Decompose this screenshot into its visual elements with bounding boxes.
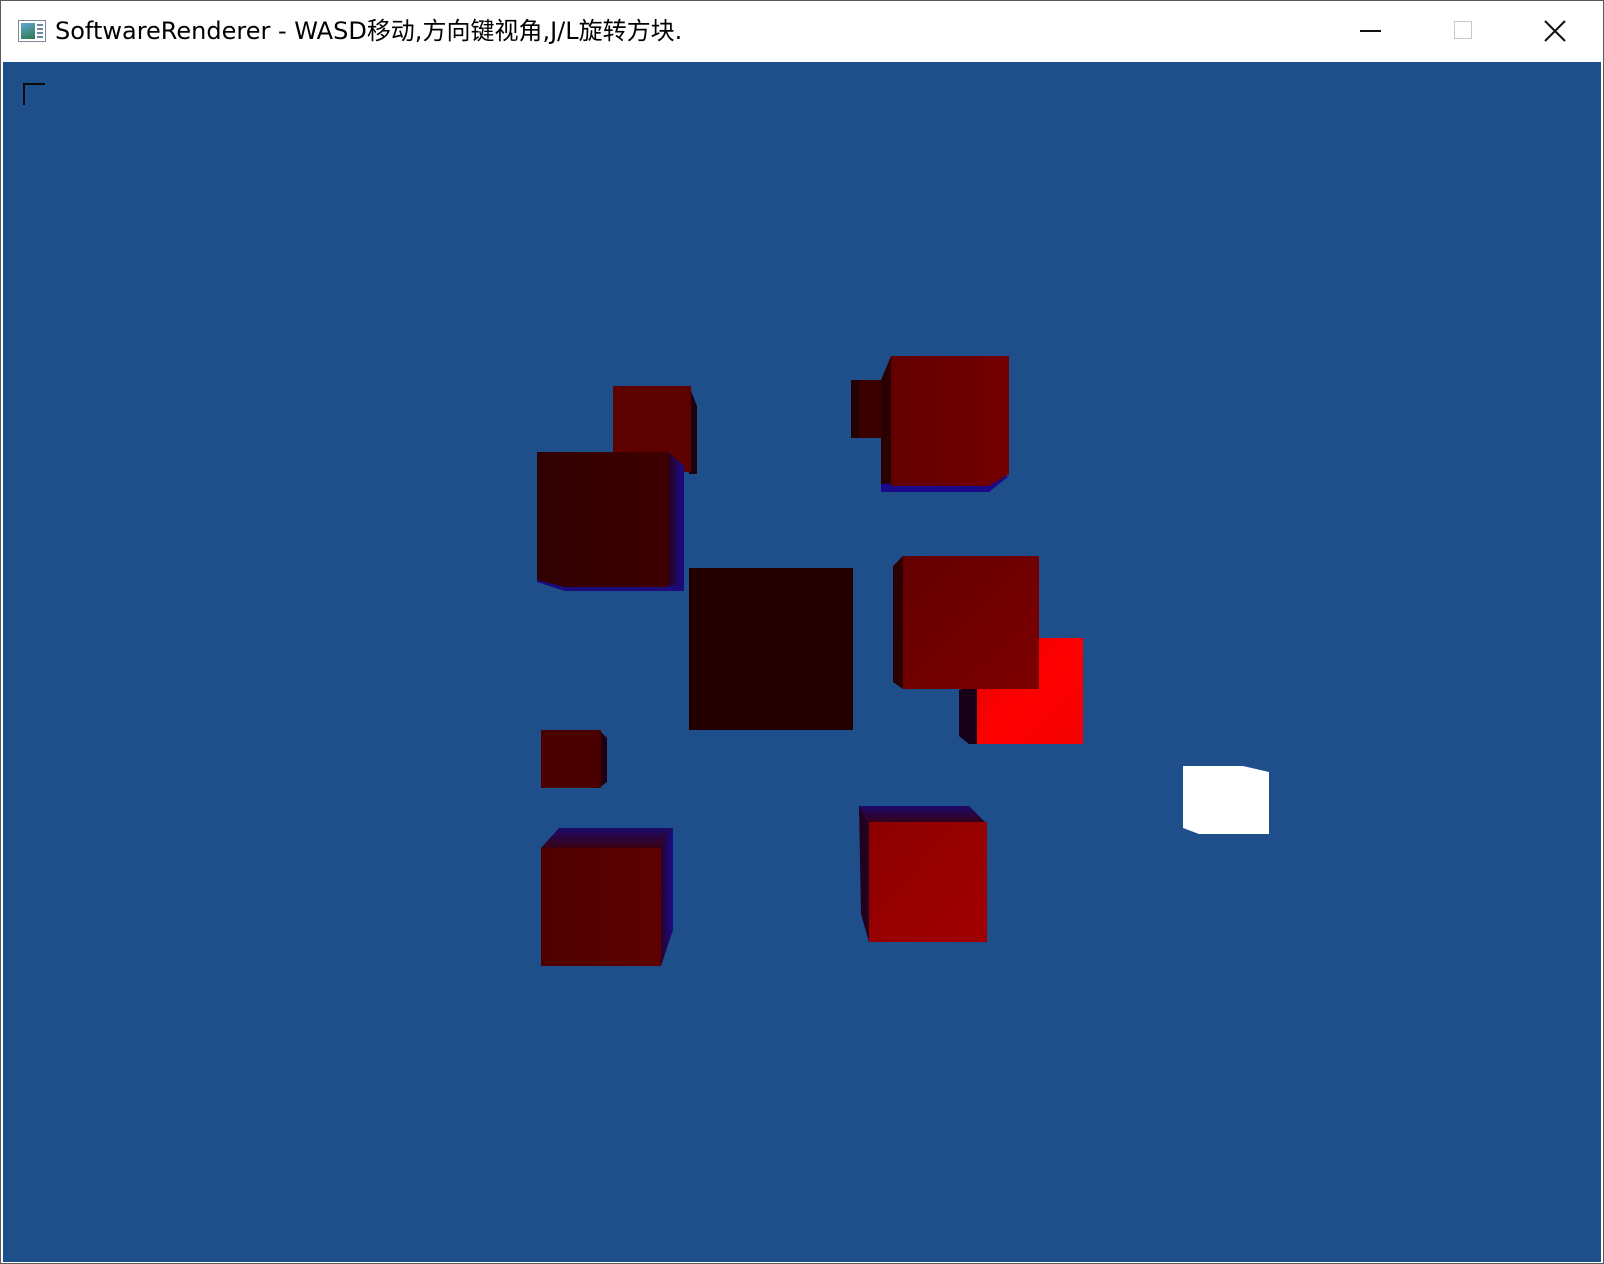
cube-white-light [1183,766,1269,834]
title-bar[interactable]: SoftwareRenderer - WASD移动,方向键视角,J/L旋转方块. [1,1,1603,61]
render-scene [537,356,1269,966]
minimize-icon [1360,30,1381,32]
maximize-button[interactable] [1419,1,1511,61]
cube-lower-middle [859,806,987,942]
cube-upper-left-front [537,452,684,591]
cube-left-small [541,730,607,788]
cube-upper-right [881,356,1009,492]
app-window: SoftwareRenderer - WASD移动,方向键视角,J/L旋转方块. [0,0,1604,1264]
close-button[interactable] [1511,1,1603,61]
render-viewport[interactable] [3,62,1601,1262]
cube-center [689,568,853,730]
minimize-button[interactable] [1327,1,1419,61]
close-icon [1544,20,1566,42]
cube-upper-right-small [851,380,883,438]
cube-right-middle [893,556,1039,689]
cube-lower-left [541,828,673,966]
maximize-icon [1454,21,1472,39]
app-icon [18,20,46,42]
window-title: SoftwareRenderer - WASD移动,方向键视角,J/L旋转方块. [55,17,683,45]
